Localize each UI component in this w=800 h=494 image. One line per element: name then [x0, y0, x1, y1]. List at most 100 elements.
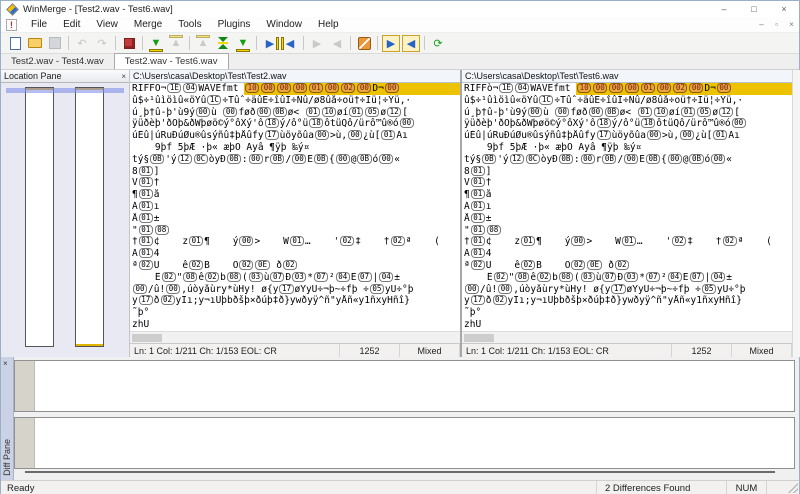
menu-item-help[interactable]: Help [310, 18, 347, 31]
control-char-box: 18 [309, 118, 324, 129]
location-pane-body[interactable] [1, 83, 129, 357]
redo-icon[interactable]: ↷ [93, 35, 111, 52]
last-difference-icon[interactable]: ▼ [234, 35, 252, 52]
binary-line: † 01 ¢ z 01 ¶ ý 00 > W 01… ' 02 ‡ † 02 ª ( [132, 236, 460, 248]
scrollbar-thumb[interactable] [132, 334, 162, 342]
file-path-header-right[interactable]: C:\Users\casa\Desktop\Test\Test6.wav [462, 70, 792, 83]
text-segment: Á 01 ı [464, 200, 492, 212]
scrollbar-thumb[interactable] [464, 334, 494, 342]
diff-pane-close-icon[interactable]: × [3, 359, 8, 368]
binary-line: † 01 ¢ z 01 ¶ ý 00 > W 01… ' 02 ‡ † 02 ª ( [464, 236, 792, 248]
binary-line: ú¸þ†û-þ'ù9ý 00 ù 00 føð 00 0B ø< 01 10 øí 01 05 ø 12… [464, 106, 792, 119]
control-char-box: 04 [379, 271, 394, 282]
first-difference-icon[interactable]: ▲ [194, 34, 212, 52]
file-content-left[interactable]: RIFFÔ¬ 1E 04 WAVEfmt 10 00 00 00 01 00 02 00 D¬ 00 û$… [130, 83, 460, 331]
control-char-box: 04 [183, 83, 198, 93]
control-char-box: 01 [309, 83, 324, 93]
new-document-icon [9, 36, 21, 50]
next-file-icon[interactable]: ▶ [382, 34, 400, 52]
save-icon[interactable] [46, 35, 64, 52]
refresh-icon[interactable]: ⟳ [429, 35, 447, 52]
options-icon[interactable] [120, 35, 138, 52]
text-segment: ÿüðèþ'ðÓþ&ðWþøö©ý°ôXý'ô 18 ý/ô°ü 18 ôtüQô/ür… [464, 118, 747, 130]
binary-line: Å 01 ± [464, 212, 792, 225]
diff-detail-top[interactable] [14, 360, 795, 412]
file-content-right[interactable]: RIFFò¬ 1E 04 WAVEfmt 10 00 00 00 01 00 02 00 D¬ 00 û$… [462, 83, 792, 331]
current-difference-icon[interactable] [214, 35, 232, 52]
open-icon[interactable] [26, 35, 44, 52]
mdi-restore-button[interactable]: ▫ [769, 20, 784, 29]
control-char-box: 0C [193, 153, 208, 164]
control-char-box: 02 [340, 236, 355, 247]
binary-line: 00/û! 00 ,úòyåùry*ùHy! ø{y 17 øYyÛ÷¬þ~÷fþ ÷ 0… [464, 283, 792, 296]
copy-left-icon[interactable]: ◀ [281, 35, 299, 52]
control-char-box: 01 [138, 212, 153, 223]
menu-item-window[interactable]: Window [258, 18, 310, 31]
copy-right-icon[interactable]: ▶ [261, 35, 279, 52]
binary-line: û$÷¹ûìöìû«öYû 1C ÷Tûˆ÷äûË÷îûÎ÷Ñû/ø8ûå÷oü†÷… [464, 94, 792, 107]
diff-highlight-segment: 10 00 00 00 01 00 02 00 D¬ 00 [576, 83, 792, 95]
close-button[interactable]: × [769, 1, 799, 17]
control-char-box: 0B [226, 153, 241, 164]
control-char-box: 01 [637, 106, 652, 117]
undo-icon[interactable]: ↶ [73, 35, 91, 52]
text-segment: 00/û! 00 ,úòyåùry*ùHy! ø{y 17 øYyÛ÷¬þ~÷fþ ÷ 0… [132, 283, 414, 296]
new-document-icon[interactable] [6, 35, 24, 52]
control-char-box: 08 [558, 271, 573, 282]
file-path-header-left[interactable]: C:\Users\casa\Desktop\Test\Test2.wav [130, 70, 460, 83]
document-tab[interactable]: Test2.wav - Test6.wav [113, 53, 229, 69]
text-segment: 00/û! 00 ,úòyåùry*ùHy! ø{y 17 øYyÛ÷¬þ~÷fþ ÷ 0… [464, 283, 746, 296]
resize-grip-icon[interactable] [788, 483, 798, 493]
previous-difference-icon: ▲ [170, 37, 182, 49]
menu-item-plugins[interactable]: Plugins [210, 18, 259, 31]
binary-line: Å 01 ± [132, 212, 460, 225]
merge-document-icon[interactable]: ! [6, 18, 17, 31]
diff-pane-scrollbar[interactable] [25, 471, 775, 473]
binary-line: V 01 † [132, 177, 460, 189]
control-char-box: 01 [641, 83, 656, 93]
mdi-minimize-button[interactable]: – [754, 20, 769, 29]
copy-left-and-advance-icon[interactable]: ◀ [328, 35, 346, 52]
control-char-box: 00 [261, 83, 276, 93]
document-tab[interactable]: Test2.wav - Test4.wav [1, 54, 114, 69]
plugin-settings-icon[interactable] [355, 35, 373, 52]
control-char-box: 00 [711, 153, 726, 164]
control-char-box: 00 [498, 283, 513, 294]
control-char-box: 10 [653, 106, 668, 117]
menu-item-tools[interactable]: Tools [170, 18, 209, 31]
text-segment: † 01 ¢ z 01 ¶ ý 00 > W 01… ' 02 ‡ † 02 ª ( [464, 236, 772, 248]
maximize-button[interactable]: □ [739, 1, 769, 17]
location-pane-close-icon[interactable]: × [121, 72, 126, 81]
menu-item-edit[interactable]: Edit [55, 18, 88, 31]
next-difference-icon[interactable]: ▼ [147, 35, 165, 52]
previous-difference-icon[interactable]: ▲ [167, 34, 185, 52]
menu-item-file[interactable]: File [23, 18, 55, 31]
diff-bar-accent [281, 36, 284, 50]
diff-detail-bottom[interactable] [14, 417, 795, 469]
previous-file-icon[interactable]: ◀ [402, 34, 420, 52]
menu-item-merge[interactable]: Merge [126, 18, 170, 31]
control-char-box: 01 [138, 189, 153, 200]
mdi-close-button[interactable]: × [784, 20, 799, 29]
binary-line: úÈû|úRuÐúØu®ûsýñû‡þÅûfy 17 ùöyõûa 00 >ù‚ 00 ¿ù… [464, 130, 792, 142]
control-char-box: 00 [689, 83, 704, 93]
title-bar: WinMerge - [Test2.wav - Test6.wav] – □ × [1, 1, 799, 17]
menu-item-view[interactable]: View [88, 18, 126, 31]
control-char-box: 01 [305, 106, 320, 117]
minimize-button[interactable]: – [709, 1, 739, 17]
location-map-right[interactable] [75, 87, 104, 347]
horizontal-scrollbar-left[interactable] [130, 331, 460, 343]
toolbar-separator [256, 36, 257, 50]
control-char-box: 17 [611, 283, 626, 294]
binary-line: zhÛ [132, 319, 460, 331]
control-char-box: 02 [521, 259, 536, 270]
diff-pane-tab[interactable]: × Diff Pane [1, 357, 14, 480]
text-segment: y 17 ð 02 yÏı;y¬ıÜþbðšþ×ðúþ‡ð}ywðyÿ^ñ"yÅñ«y1… [132, 295, 411, 307]
text-segment: ¶ 01 å [464, 189, 492, 201]
control-char-box: 00 [657, 83, 672, 93]
copy-right-and-advance-icon[interactable]: ▶ [308, 35, 326, 52]
horizontal-scrollbar-right[interactable] [462, 331, 792, 343]
control-char-box: 0C [525, 153, 540, 164]
location-map-left[interactable] [25, 87, 54, 347]
control-char-box: 00 [580, 153, 595, 164]
